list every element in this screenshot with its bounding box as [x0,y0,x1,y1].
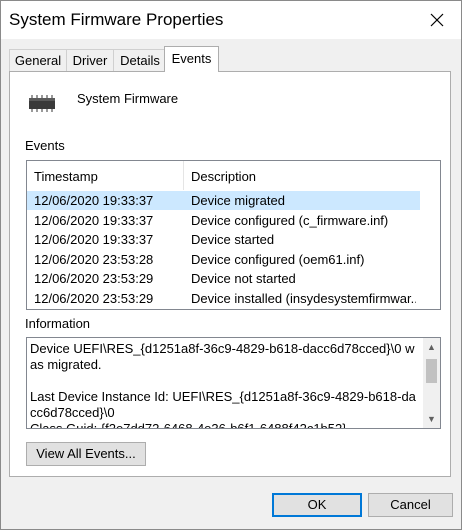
event-row[interactable]: 12/06/2020 23:53:28 Device configured (oe… [27,250,420,269]
event-timestamp: 12/06/2020 19:33:37 [34,232,154,248]
close-icon [430,13,444,27]
event-row[interactable]: 12/06/2020 23:53:29 Device installed (ins… [27,289,420,308]
scroll-thumb[interactable] [426,359,437,383]
title-bar: System Firmware Properties [1,1,461,39]
information-label: Information [25,316,91,331]
event-timestamp: 12/06/2020 23:53:28 [34,251,154,267]
event-timestamp: 12/06/2020 23:53:29 [34,271,154,287]
event-description: Device configured (c_firmware.inf) [191,212,389,228]
events-label: Events [25,138,65,153]
chip-icon [29,95,55,112]
event-row[interactable]: 12/06/2020 19:33:37 Device configured (c_… [27,211,420,230]
event-row[interactable]: 12/06/2020 19:33:37 Device migrated [27,191,420,210]
column-header-timestamp[interactable]: Timestamp [27,161,183,190]
event-description: Device migrated [191,193,285,208]
device-name: System Firmware [77,91,179,106]
events-list[interactable]: Timestamp Description 12/06/2020 19:33:3… [26,160,441,310]
tab-driver[interactable]: Driver [66,49,114,71]
event-description: Device configured (oem61.inf) [191,251,365,267]
ok-button[interactable]: OK [272,493,362,517]
event-row[interactable]: 12/06/2020 23:53:29 Device not started [27,269,420,288]
event-row[interactable]: 12/06/2020 19:33:37 Device started [27,230,420,249]
event-timestamp: 12/06/2020 23:53:29 [34,291,154,306]
event-description: Device installed (insydesystemfirmwar... [191,291,416,306]
information-textbox[interactable]: Device UEFI\RES_{d1251a8f-36c9-4829-b618… [26,337,441,429]
information-scrollbar[interactable]: ▲ ▼ [423,338,440,428]
event-timestamp: 12/06/2020 19:33:37 [34,193,154,208]
information-text: Device UEFI\RES_{d1251a8f-36c9-4829-b618… [30,341,416,429]
list-header: Timestamp Description [27,161,440,190]
view-all-events-button[interactable]: View All Events... [26,442,146,466]
event-description: Device not started [191,271,296,287]
column-header-description[interactable]: Description [184,161,384,190]
scroll-down-icon[interactable]: ▼ [427,414,436,424]
close-button[interactable] [417,3,457,37]
tab-events[interactable]: Events [164,46,219,72]
event-description: Device started [191,232,275,248]
tab-general[interactable]: General [9,49,67,71]
tab-details[interactable]: Details [113,49,167,71]
properties-dialog: System Firmware Properties General Drive… [0,0,462,530]
scroll-up-icon[interactable]: ▲ [427,342,436,352]
cancel-button[interactable]: Cancel [368,493,453,517]
event-timestamp: 12/06/2020 19:33:37 [34,212,154,228]
dialog-title: System Firmware Properties [9,10,224,29]
events-tab-panel: System Firmware Events Timestamp Descrip… [9,71,451,477]
